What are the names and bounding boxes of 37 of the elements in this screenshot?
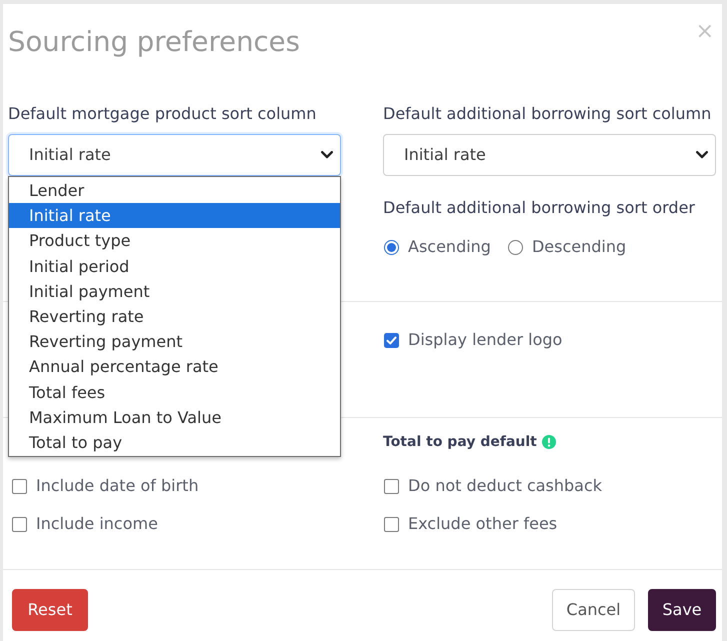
- dropdown-option[interactable]: Lender: [9, 178, 340, 204]
- radio-button[interactable]: [384, 240, 399, 254]
- section-heading: Total to pay default: [383, 432, 537, 452]
- chevron-down-icon: [321, 151, 333, 159]
- dropdown-option[interactable]: Initial rate: [9, 203, 340, 228]
- dialog-title: Sourcing preferences: [8, 25, 300, 60]
- dropdown-option[interactable]: Annual percentage rate: [9, 354, 340, 380]
- checkbox[interactable]: [12, 478, 27, 494]
- field-label: Default mortgage product sort column: [8, 103, 318, 125]
- radio-label[interactable]: Descending: [532, 235, 626, 259]
- save-button[interactable]: Save: [648, 589, 716, 631]
- radio-button[interactable]: [508, 240, 523, 254]
- cancel-button[interactable]: Cancel: [552, 589, 635, 631]
- checkbox-label[interactable]: Do not deduct cashback: [408, 474, 602, 498]
- dropdown-field[interactable]: Initial rate: [8, 134, 341, 176]
- dropdown-option[interactable]: Total to pay: [9, 430, 340, 456]
- dropdown-option[interactable]: Initial payment: [9, 278, 340, 304]
- checkbox-label[interactable]: Exclude other fees: [408, 512, 558, 536]
- checkbox[interactable]: [384, 478, 399, 494]
- chevron-down-icon: [696, 151, 708, 159]
- dropdown-option[interactable]: Product type: [9, 228, 340, 254]
- field-label: Default additional borrowing sort order: [383, 197, 696, 219]
- dropdown-option[interactable]: Maximum Loan to Value: [9, 404, 340, 430]
- reset-button[interactable]: Reset: [12, 589, 88, 631]
- field-label: Default additional borrowing sort column: [383, 103, 712, 125]
- radio-label[interactable]: Ascending: [408, 235, 491, 259]
- dropdown-option[interactable]: Reverting payment: [9, 329, 340, 354]
- dropdown-field[interactable]: Initial rate: [383, 134, 716, 176]
- checkbox-label[interactable]: Display lender logo: [408, 328, 562, 352]
- checkbox[interactable]: [12, 516, 27, 532]
- checkbox[interactable]: [384, 332, 399, 348]
- checkbox[interactable]: [384, 516, 399, 532]
- checkbox-label[interactable]: Include income: [36, 512, 158, 536]
- dropdown-option[interactable]: Total fees: [9, 380, 340, 405]
- dropdown-option[interactable]: Reverting rate: [9, 304, 340, 330]
- checkbox-label[interactable]: Include date of birth: [36, 474, 199, 498]
- dropdown-option[interactable]: Initial period: [9, 254, 340, 279]
